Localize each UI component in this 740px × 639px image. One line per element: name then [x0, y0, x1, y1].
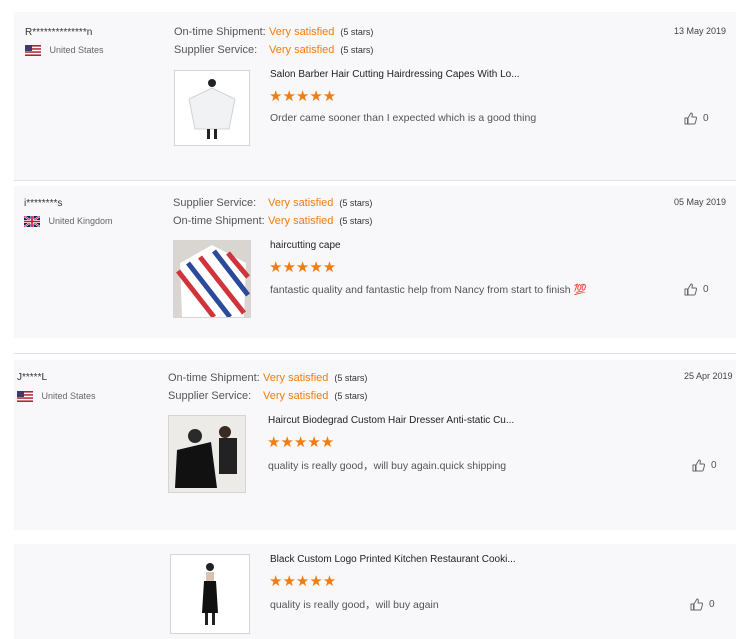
- thumbs-up-icon: [684, 112, 697, 125]
- star-rating: ★★★★★: [267, 434, 335, 451]
- rating-row: Supplier Service: Very satisfied (5 stars): [168, 390, 367, 402]
- product-thumbnail[interactable]: [173, 240, 251, 318]
- like-count: 0: [703, 113, 709, 124]
- rating-row: Supplier Service: Very satisfied (5 stars): [173, 197, 372, 209]
- thumbs-up-icon: [690, 598, 703, 611]
- like-count: 0: [711, 460, 717, 471]
- rating-stars-text: (5 stars): [340, 27, 374, 37]
- buyer-country: United States: [17, 391, 96, 403]
- product-thumbnail[interactable]: [174, 70, 250, 146]
- product-thumbnail[interactable]: [168, 415, 246, 493]
- rating-stars-text: (5 stars): [334, 373, 368, 383]
- buyer-country: United States: [25, 45, 104, 57]
- review-comment: quality is really good，will buy again.qu…: [268, 460, 507, 472]
- buyer-name: J*****L: [17, 372, 48, 383]
- product-title[interactable]: haircutting cape: [270, 240, 341, 251]
- country-label: United States: [49, 45, 104, 55]
- rating-stars-text: (5 stars): [334, 391, 368, 401]
- like-count: 0: [709, 599, 715, 610]
- rating-label: Supplier Service:: [173, 197, 257, 209]
- divider: [14, 180, 736, 181]
- like-button[interactable]: 0: [690, 598, 715, 611]
- like-button[interactable]: 0: [692, 459, 717, 472]
- thumbs-up-icon: [692, 459, 705, 472]
- buyer-country: United Kingdom: [24, 216, 113, 228]
- rating-stars-text: (5 stars): [340, 45, 374, 55]
- review-date: 25 Apr 2019: [684, 371, 733, 381]
- thumbs-up-icon: [684, 283, 697, 296]
- buyer-name: R**************n: [25, 27, 93, 38]
- uk-flag-icon: [24, 216, 40, 228]
- product-title[interactable]: Haircut Biodegrad Custom Hair Dresser An…: [268, 415, 514, 426]
- rating-value: Very satisfied: [263, 372, 329, 384]
- rating-stars-text: (5 stars): [339, 198, 373, 208]
- rating-row: Supplier Service: Very satisfied (5 stars): [174, 44, 373, 56]
- like-button[interactable]: 0: [684, 112, 709, 125]
- barber-cape-image: [169, 416, 245, 492]
- rating-label: On-time Shipment:: [173, 215, 265, 227]
- product-thumbnail[interactable]: [170, 554, 250, 634]
- rating-label: Supplier Service:: [174, 44, 258, 56]
- country-label: United States: [41, 391, 96, 401]
- apron-image: [171, 555, 249, 633]
- rating-label: On-time Shipment:: [168, 372, 260, 384]
- review-card: [14, 360, 736, 530]
- like-button[interactable]: 0: [684, 283, 709, 296]
- rating-stars-text: (5 stars): [339, 216, 373, 226]
- buyer-name: i********s: [24, 198, 63, 209]
- like-count: 0: [703, 284, 709, 295]
- rating-value: Very satisfied: [268, 215, 334, 227]
- rating-row: On-time Shipment: Very satisfied (5 stars): [174, 26, 373, 38]
- cape-image: [175, 71, 249, 145]
- us-flag-icon: [17, 391, 33, 403]
- us-flag-icon: [25, 45, 41, 57]
- review-comment: fantastic quality and fantastic help fro…: [270, 284, 587, 296]
- review-card: [14, 186, 736, 338]
- product-title[interactable]: Black Custom Logo Printed Kitchen Restau…: [270, 554, 516, 565]
- rating-label: Supplier Service:: [168, 390, 252, 402]
- country-label: United Kingdom: [48, 216, 113, 226]
- rating-value: Very satisfied: [269, 26, 335, 38]
- product-title[interactable]: Salon Barber Hair Cutting Hairdressing C…: [270, 69, 520, 80]
- rating-row: On-time Shipment: Very satisfied (5 stars): [173, 215, 372, 227]
- rating-value: Very satisfied: [269, 44, 335, 56]
- striped-cape-image: [174, 241, 250, 317]
- rating-value: Very satisfied: [263, 390, 329, 402]
- divider: [14, 353, 736, 354]
- rating-label: On-time Shipment:: [174, 26, 266, 38]
- star-rating: ★★★★★: [269, 259, 337, 276]
- star-rating: ★★★★★: [269, 88, 337, 105]
- star-rating: ★★★★★: [269, 573, 337, 590]
- review-card: [14, 12, 736, 180]
- review-comment: Order came sooner than I expected which …: [270, 112, 537, 124]
- review-comment: quality is really good，will buy again: [270, 599, 439, 611]
- review-date: 05 May 2019: [674, 197, 727, 207]
- review-date: 13 May 2019: [674, 26, 727, 36]
- rating-row: On-time Shipment: Very satisfied (5 stars): [168, 372, 367, 384]
- rating-value: Very satisfied: [268, 197, 334, 209]
